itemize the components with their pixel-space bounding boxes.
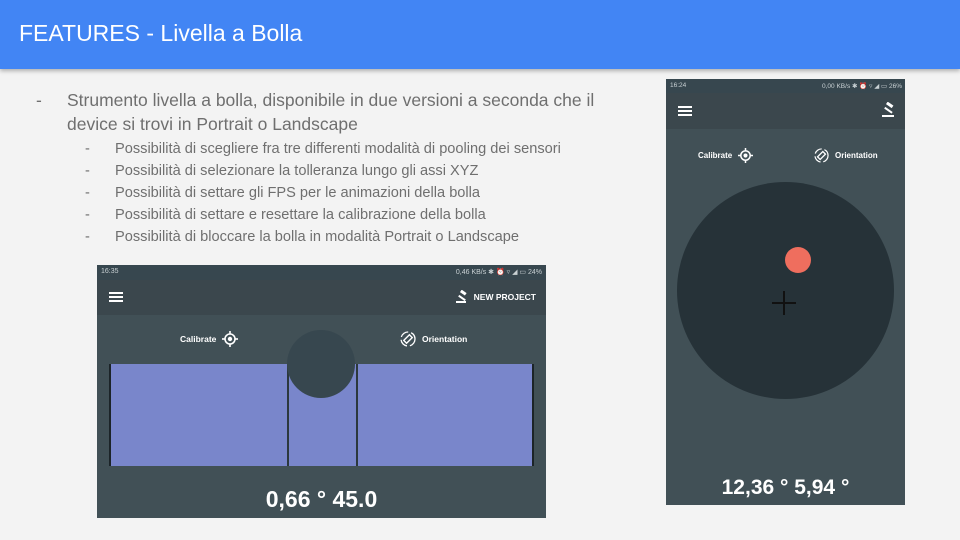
slide-title: FEATURES - Livella a Bolla (19, 20, 303, 46)
orientation-label: Orientation (835, 151, 878, 160)
calibrate-label: Calibrate (698, 151, 733, 160)
tube-divider-right (356, 364, 358, 466)
status-bar: 16:24 0,00 KB/s ✱ ⏰ ▿ ◢ ▭ 26% (666, 79, 905, 93)
sub-bullet-text: Possibilità di scegliere fra tre differe… (115, 141, 561, 157)
sub-bullet: - Possibilità di settare e resettare la c… (36, 204, 646, 226)
angle-readout: 12,36 ° 5,94 ° (721, 476, 850, 499)
crosshair-target-icon (222, 331, 239, 347)
status-indicators: 0,00 KB/s ✱ ⏰ ▿ ◢ ▭ 26% (822, 83, 902, 90)
sub-bullet-dash: - (85, 185, 90, 201)
status-time: 16:24 (670, 82, 687, 89)
bullet-main-line1: Strumento livella a bolla, disponibile i… (67, 90, 595, 110)
bullet-main-line2: device si trovi in Portrait o Landscape (67, 114, 358, 134)
sub-bullet: - Possibilità di selezionare la tolleranz… (36, 160, 646, 182)
sub-bullet-list: - Possibilità di scegliere fra tre differ… (36, 138, 646, 248)
bubble (785, 247, 811, 273)
app-bar: NEW PROJECT (97, 280, 546, 315)
sub-bullet: - Possibilità di settare gli FPS per le a… (36, 182, 646, 204)
sub-bullet-text: Possibilità di settare gli FPS per le an… (115, 185, 481, 201)
level-disc (677, 182, 894, 399)
gavel-icon (455, 290, 467, 303)
landscape-screenshot: 16:35 0,46 KB/s ✱ ⏰ ▿ ◢ ▭ 24% NEW PROJEC… (97, 265, 546, 518)
level-tube (109, 330, 534, 466)
crosshair-target-icon (738, 148, 754, 163)
orientation-label: Orientation (422, 334, 468, 344)
sub-bullet-dash: - (85, 229, 90, 245)
calibrate-control[interactable]: Calibrate (180, 331, 239, 347)
crosshair-horizontal (772, 302, 796, 304)
calibrate-label: Calibrate (180, 334, 217, 344)
new-project-button[interactable]: NEW PROJECT (455, 290, 536, 304)
bullet-dash: - (36, 90, 42, 110)
sub-bullet-dash: - (85, 141, 90, 157)
sub-bullet-text: Possibilità di settare e resettare la ca… (115, 207, 486, 223)
menu-icon[interactable] (678, 105, 692, 117)
sub-bullet: - Possibilità di scegliere fra tre differ… (36, 138, 646, 160)
sub-bullet-text: Possibilità di bloccare la bolla in moda… (115, 229, 519, 245)
screen-rotation-icon (814, 148, 829, 163)
sub-bullet-text: Possibilità di selezionare la tolleranza… (115, 163, 479, 179)
app-bar (666, 93, 905, 129)
portrait-screenshot: 16:24 0,00 KB/s ✱ ⏰ ▿ ◢ ▭ 26% Calibrate (666, 79, 905, 505)
orientation-control[interactable]: Orientation (814, 148, 878, 163)
bullet-main: - Strumento livella a bolla, disponibile… (36, 88, 646, 136)
menu-icon[interactable] (109, 291, 123, 303)
status-bar: 16:35 0,46 KB/s ✱ ⏰ ▿ ◢ ▭ 24% (97, 265, 546, 280)
new-project-label: NEW PROJECT (473, 292, 536, 302)
gavel-icon[interactable] (881, 101, 897, 123)
sub-bullet-dash: - (85, 207, 90, 223)
tube-divider-left (287, 364, 289, 466)
bubble-indicator (287, 330, 355, 398)
slide-title-bar: FEATURES - Livella a Bolla (0, 0, 960, 69)
sub-bullet-dash: - (85, 163, 90, 179)
screen-rotation-icon (400, 331, 416, 347)
status-indicators: 0,46 KB/s ✱ ⏰ ▿ ◢ ▭ 24% (455, 269, 542, 276)
orientation-control[interactable]: Orientation (400, 331, 467, 347)
bullet-list: - Strumento livella a bolla, disponibile… (36, 88, 646, 248)
sub-bullet: - Possibilità di bloccare la bolla in mod… (36, 226, 646, 248)
calibrate-control[interactable]: Calibrate (698, 148, 754, 163)
status-time: 16:35 (101, 268, 119, 275)
angle-readout: 0,66 ° 45.0 (265, 486, 378, 512)
